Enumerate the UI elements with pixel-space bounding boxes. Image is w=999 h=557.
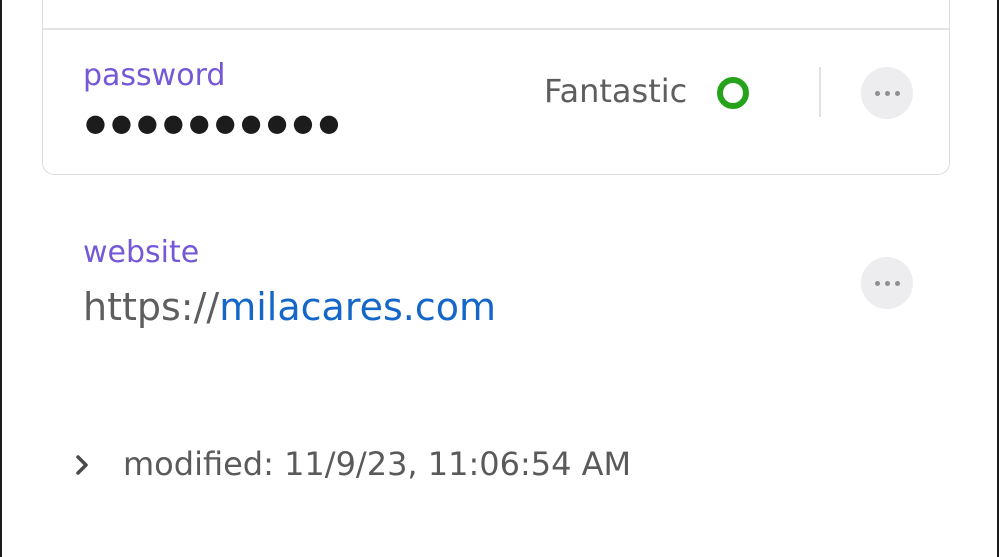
strength-indicator-icon [717,77,749,109]
url-scheme: https:// [83,285,220,329]
website-link[interactable]: milacares.com [219,285,496,329]
website-label: website [83,235,200,270]
chevron-right-icon[interactable] [72,450,92,480]
website-more-button[interactable] [861,257,913,309]
modified-timestamp[interactable]: modified: 11/9/23, 11:06:54 AM [123,448,631,480]
password-more-button[interactable] [861,67,913,119]
dot-icon [894,280,900,286]
vertical-separator [819,67,821,117]
window-border-left [0,0,2,557]
password-strength-label: Fantastic [544,72,688,110]
website-value[interactable]: https://milacares.com [83,288,496,326]
field-divider [43,28,949,30]
dot-icon [874,90,880,96]
login-fields-card: password ●●●●●●●●●● Fantastic [42,0,950,175]
dot-icon [874,280,880,286]
password-label: password [83,58,226,93]
dot-icon [884,280,890,286]
dot-icon [894,90,900,96]
dot-icon [884,90,890,96]
password-value[interactable]: ●●●●●●●●●● [85,111,344,135]
